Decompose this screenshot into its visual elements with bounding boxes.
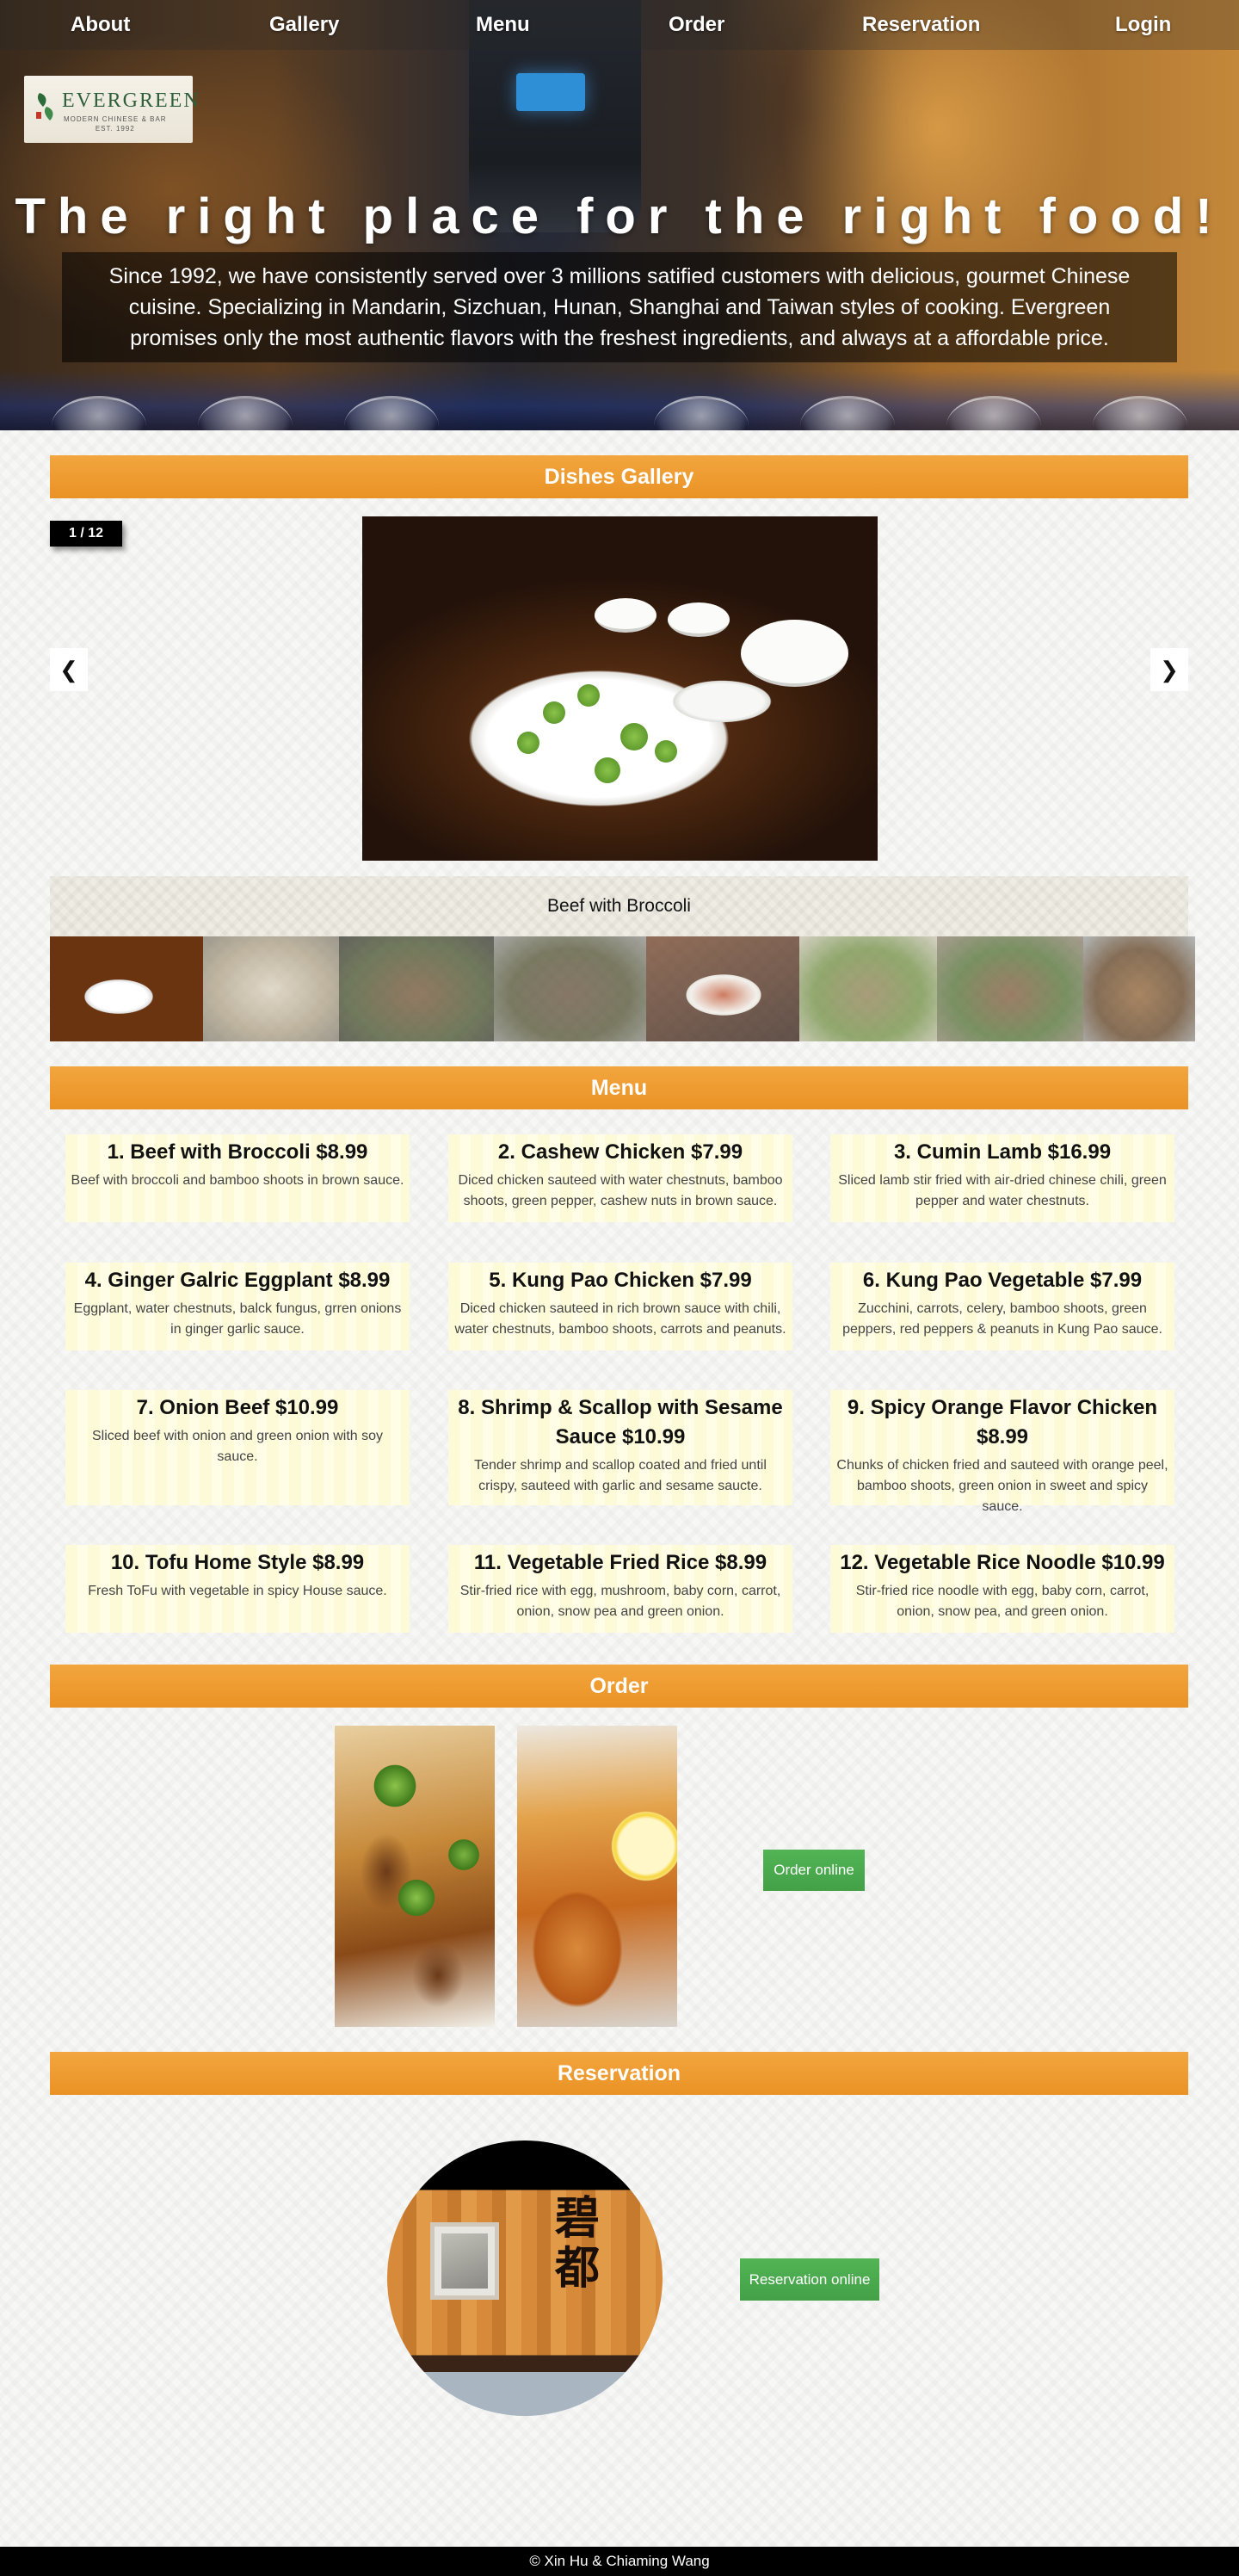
menu-item-name: 11. Vegetable Fried Rice $8.99 <box>473 1551 767 1574</box>
menu-item-description: Beef with broccoli and bamboo shoots in … <box>71 1173 404 1188</box>
thumbnail-cumin-lamb[interactable] <box>339 936 494 1041</box>
sauce-cup <box>668 602 730 637</box>
menu-item-card: 12. Vegetable Rice Noodle $10.99 Stir-fr… <box>830 1545 1174 1633</box>
menu-item-name: 10. Tofu Home Style $8.99 <box>110 1551 365 1574</box>
menu-item-card: 2. Cashew Chicken $7.99 Diced chicken sa… <box>448 1134 792 1222</box>
menu-item-card: 1. Beef with Broccoli $8.99 Beef with br… <box>65 1134 410 1222</box>
menu-item-description: Stir-fried rice noodle with egg, baby co… <box>855 1584 1150 1619</box>
broccoli <box>620 723 648 751</box>
menu-item-description: Chunks of chicken fried and sauteed with… <box>836 1458 1168 1514</box>
menu-item-name: 8. Shrimp & Scallop with Sesame Sauce $1… <box>458 1396 783 1449</box>
reservation-section-header: Reservation <box>50 2052 1188 2095</box>
logo-est: EST. 1992 <box>95 125 135 133</box>
menu-item-description: Sliced lamb stir fried with air-dried ch… <box>838 1173 1167 1208</box>
menu-item-description: Zucchini, carrots, celery, bamboo shoots… <box>842 1301 1162 1337</box>
nav-order[interactable]: Order <box>669 13 724 37</box>
prev-slide-button[interactable]: ❮ <box>50 648 88 691</box>
menu-item-description: Stir-fried rice with egg, mushroom, baby… <box>459 1584 781 1619</box>
hero-machine-screen <box>516 73 585 111</box>
broccoli <box>655 740 677 763</box>
menu-item-name: 7. Onion Beef $10.99 <box>136 1396 339 1419</box>
hero-description: Since 1992, we have consistently served … <box>62 252 1177 362</box>
logo-name: EVERGREEN <box>62 90 200 112</box>
gallery-main-photo <box>362 516 878 861</box>
menu-item-card: 10. Tofu Home Style $8.99 Fresh ToFu wit… <box>65 1545 410 1633</box>
nav-menu[interactable]: Menu <box>476 13 530 37</box>
rice-bowl <box>741 620 848 687</box>
sauce-cup <box>595 598 656 633</box>
nav-reservation[interactable]: Reservation <box>862 13 980 37</box>
thumbnail-eggplant[interactable] <box>494 936 646 1041</box>
menu-item-card: 5. Kung Pao Chicken $7.99 Diced chicken … <box>448 1263 792 1350</box>
thumbnail-onion-beef[interactable] <box>937 936 1083 1041</box>
order-photo-beef <box>335 1726 495 2027</box>
restaurant-sign: 碧都 <box>555 2192 601 2295</box>
menu-item-description: Diced chicken sauteed with water chestnu… <box>458 1173 783 1208</box>
wall-painting <box>430 2222 499 2300</box>
menu-item-name: 2. Cashew Chicken $7.99 <box>497 1140 743 1164</box>
broccoli <box>517 732 539 754</box>
thumbnail-shrimp-scallop[interactable] <box>1083 936 1195 1041</box>
menu-item-name: 5. Kung Pao Chicken $7.99 <box>489 1269 752 1292</box>
thumbnail-cashew-chicken[interactable] <box>203 936 339 1041</box>
reservation-online-button[interactable]: Reservation online <box>740 2258 879 2301</box>
next-slide-button[interactable]: ❯ <box>1150 648 1188 691</box>
hero-counter-glow <box>0 370 1239 430</box>
menu-item-description: Eggplant, water chestnuts, balck fungus,… <box>73 1301 402 1337</box>
gallery-section-header: Dishes Gallery <box>50 455 1188 498</box>
order-online-button[interactable]: Order online <box>763 1850 865 1891</box>
menu-item-name: 6. Kung Pao Vegetable $7.99 <box>862 1269 1143 1292</box>
logo-tagline-text: MODERN CHINESE & BAR <box>64 115 167 123</box>
menu-item-description: Diced chicken sauteed in rich brown sauc… <box>454 1301 786 1337</box>
reservation-photo: 碧都 <box>387 2140 663 2416</box>
menu-item-name: 3. Cumin Lamb $16.99 <box>893 1140 1112 1164</box>
logo-tagline: MODERN CHINESE & BAR EST. 1992 <box>64 115 167 133</box>
top-navigation: About Gallery Menu Order Reservation Log… <box>0 0 1239 50</box>
page-footer: © Xin Hu & Chiaming Wang <box>0 2547 1239 2576</box>
nav-login[interactable]: Login <box>1115 13 1171 37</box>
menu-item-name: 9. Spicy Orange Flavor Chicken $8.99 <box>847 1396 1158 1449</box>
menu-item-card: 11. Vegetable Fried Rice $8.99 Stir-frie… <box>448 1545 792 1633</box>
menu-item-card: 4. Ginger Galric Eggplant $8.99 Eggplant… <box>65 1263 410 1350</box>
thumbnail-beef-broccoli[interactable] <box>50 936 203 1041</box>
nav-gallery[interactable]: Gallery <box>269 13 339 37</box>
restaurant-logo[interactable]: EVERGREEN MODERN CHINESE & BAR EST. 1992 <box>24 76 199 143</box>
menu-section-header: Menu <box>50 1066 1188 1109</box>
menu-item-name: 12. Vegetable Rice Noodle $10.99 <box>840 1551 1165 1574</box>
nav-about[interactable]: About <box>71 13 130 37</box>
menu-item-card: 9. Spicy Orange Flavor Chicken $8.99 Chu… <box>830 1390 1174 1514</box>
leaf-icon <box>36 93 53 120</box>
slide-counter: 1 / 12 <box>50 521 122 547</box>
order-section-header: Order <box>50 1665 1188 1708</box>
menu-item-card: 3. Cumin Lamb $16.99 Sliced lamb stir fr… <box>830 1134 1174 1222</box>
slide-caption: Beef with Broccoli <box>50 876 1188 936</box>
menu-item-card: 7. Onion Beef $10.99 Sliced beef with on… <box>65 1390 410 1505</box>
menu-item-description: Sliced beef with onion and green onion w… <box>92 1429 383 1464</box>
menu-item-name: 4. Ginger Galric Eggplant $8.99 <box>84 1269 391 1292</box>
broccoli <box>543 701 565 724</box>
hero-title: The right place for the right food! <box>15 188 1224 244</box>
menu-item-description: Tender shrimp and scallop coated and fri… <box>474 1458 767 1493</box>
menu-item-card: 6. Kung Pao Vegetable $7.99 Zucchini, ca… <box>830 1263 1174 1350</box>
menu-item-card: 8. Shrimp & Scallop with Sesame Sauce $1… <box>448 1390 792 1505</box>
broccoli <box>577 684 600 707</box>
thumbnail-kung-pao-vegetable[interactable] <box>799 936 937 1041</box>
menu-item-name: 1. Beef with Broccoli $8.99 <box>107 1140 368 1164</box>
thumbnail-strip <box>50 936 1195 1041</box>
order-photo-orange-chicken <box>517 1726 677 2027</box>
menu-item-description: Fresh ToFu with vegetable in spicy House… <box>88 1584 387 1598</box>
broccoli <box>595 757 620 783</box>
thumbnail-kung-pao-chicken[interactable] <box>646 936 799 1041</box>
hero-banner: About Gallery Menu Order Reservation Log… <box>0 0 1239 430</box>
